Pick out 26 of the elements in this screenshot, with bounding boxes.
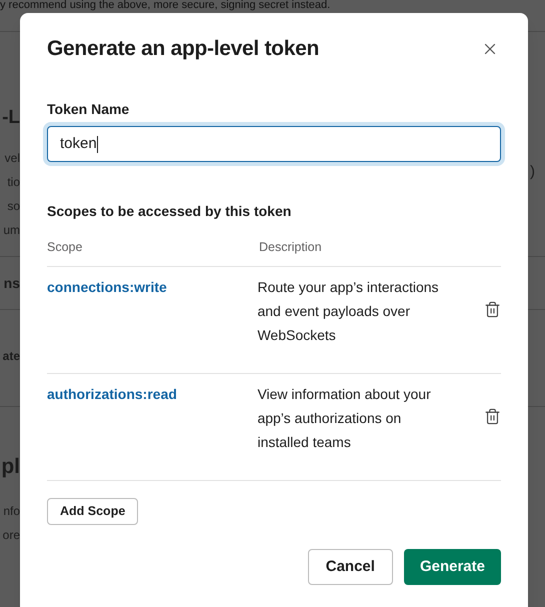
dialog-title: Generate an app-level token — [47, 36, 319, 62]
scope-link[interactable]: authorizations:read — [47, 384, 258, 403]
cancel-button[interactable]: Cancel — [308, 548, 393, 585]
trash-icon[interactable] — [484, 300, 501, 318]
body-text: ore — [2, 527, 20, 544]
body-text: um — [3, 222, 20, 239]
field-label: Token Name — [47, 100, 130, 118]
body-text: tio — [7, 174, 20, 191]
add-scope-button[interactable]: Add Scope — [47, 498, 138, 525]
intro-text: y recommend using the above, more secure, signing secret instead. — [0, 0, 330, 11]
column-header: Description — [259, 239, 322, 256]
section-heading: ns — [4, 274, 20, 293]
scope-description: View information about your app’s authorizations on installed teams — [257, 384, 432, 452]
scope-link[interactable]: connections:write — [47, 278, 258, 296]
body-text: so — [7, 198, 20, 215]
body-text: ) — [530, 162, 535, 182]
scope-description: Route your app’s interactions and event payloads over WebSockets — [257, 278, 440, 345]
body-text: vel — [4, 150, 20, 167]
section-heading: pl — [1, 454, 20, 480]
trash-icon[interactable] — [484, 408, 501, 425]
generate-button[interactable]: Generate — [404, 548, 501, 585]
section-heading: -L — [2, 106, 20, 130]
body-text: nfo — [3, 503, 20, 520]
column-header: Scope — [47, 239, 84, 256]
text-cursor — [96, 136, 98, 152]
section-title: Scopes to be accessed by this token — [47, 202, 292, 220]
